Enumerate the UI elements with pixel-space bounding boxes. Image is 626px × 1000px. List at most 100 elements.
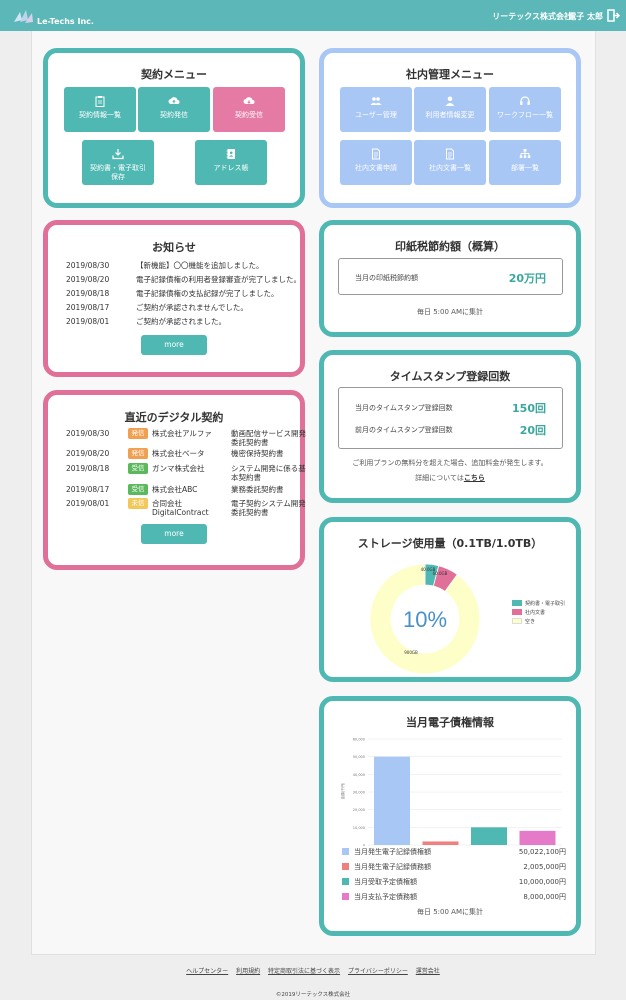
news-item[interactable]: 2019/08/17 ご契約が承認されませんでした。: [66, 302, 248, 313]
e-debt-label: 当月受取予定債権額: [354, 878, 417, 886]
news-item[interactable]: 2019/08/01 ご契約が承認されました。: [66, 316, 226, 327]
footer-links: ヘルプセンター 利用規約 特定商取引法に基づく表示 プライバシーポリシー 運営会…: [0, 966, 626, 975]
news-text: 【新機能】〇〇機能を追加しました。: [136, 261, 264, 270]
contract-company: 株式会社アルファ: [152, 429, 212, 438]
contract-status-badge: 発信: [128, 428, 148, 439]
y-tick-label: 60,000: [353, 738, 365, 742]
slice-label-internal: 60.0GB: [433, 571, 448, 576]
contract-title: 電子契約システム開発委託契約書: [231, 499, 306, 517]
cloud-download-icon: [243, 97, 255, 104]
news-date: 2019/08/01: [66, 317, 110, 326]
contract-archive-button[interactable]: 契約書・電子取引保存: [82, 140, 154, 185]
news-date: 2019/08/18: [66, 289, 110, 298]
y-tick-label: 30,000: [353, 791, 365, 795]
legend-label-contract: 契約書・電子取引: [525, 601, 566, 607]
storage-percent: 10%: [403, 607, 447, 632]
logo-icon: [14, 10, 33, 23]
contract-send-button[interactable]: 契約発信: [138, 87, 210, 132]
user-management-button[interactable]: ユーザー管理: [340, 87, 412, 132]
contract-company: 株式会社ABC: [152, 485, 198, 494]
timestamp-detail: 詳細についてはこちら: [324, 473, 576, 483]
footer-link-help[interactable]: ヘルプセンター: [186, 968, 228, 975]
e-debt-bar-chart: 60,000 50,000 40,000 30,000 20,000 10,000 0 金額…: [340, 738, 562, 846]
timestamp-label: 前月のタイムスタンプ登録回数: [355, 426, 453, 434]
e-debt-title: 当月電子債権情報: [406, 716, 494, 729]
news-item[interactable]: 2019/08/30 【新機能】〇〇機能を追加しました。: [66, 260, 264, 271]
logo-text: Le-Techs Inc.: [37, 17, 94, 26]
address-book-button[interactable]: アドレス帳: [195, 140, 267, 185]
internal-doc-list-button[interactable]: 社内文書一覧: [414, 140, 486, 185]
news-more-button[interactable]: more: [141, 335, 207, 355]
legend-swatch-contract: [512, 600, 522, 606]
e-debt-swatch: [342, 878, 349, 885]
bar-2: [422, 841, 459, 845]
news-item[interactable]: 2019/08/20 電子記録債権の利用者登録審査が完了しました。: [66, 274, 301, 285]
contract-status-badge: 未信: [128, 498, 148, 509]
cloud-upload-icon: [168, 97, 180, 104]
tile-label: ワークフロー一覧: [497, 111, 553, 119]
timestamp-box: 当月のタイムスタンプ登録回数 150回 前月のタイムスタンプ登録回数 20回: [338, 387, 563, 449]
contract-title: システム開発に係る基本契約書: [231, 464, 306, 482]
logo[interactable]: Le-Techs Inc.: [12, 6, 94, 26]
contract-menu-title: 契約メニュー: [141, 68, 207, 81]
workflow-list-button[interactable]: ワークフロー一覧: [489, 87, 561, 132]
detail-link[interactable]: こちら: [464, 474, 485, 482]
timestamp-note: ご利用プランの無料分を超えた場合、追加料金が発生します。: [352, 459, 548, 467]
footer-link-company[interactable]: 運営会社: [416, 968, 440, 975]
contract-status-badge: 発信: [128, 448, 148, 459]
stamp-tax-box: 当月の印紙税節約額 20万円: [338, 258, 563, 295]
department-list-button[interactable]: 部署一覧: [489, 140, 561, 185]
contract-title: 業務委託契約書: [231, 485, 284, 494]
legend-label-internal: 社内文書: [525, 610, 546, 616]
user-info-button[interactable]: 利用者情報変更: [414, 87, 486, 132]
address-book-icon: [226, 149, 235, 159]
footer-link-privacy[interactable]: プライバシーポリシー: [348, 968, 408, 975]
e-debt-swatch: [342, 848, 349, 855]
stamp-tax-value: 20万円: [508, 272, 546, 285]
contracts-more-button[interactable]: more: [141, 524, 207, 544]
tile-label: 契約書・電子取引保存: [90, 164, 146, 181]
legend-label-free: 空き: [525, 619, 536, 625]
e-debt-label: 当月発生電子記録債務額: [354, 863, 431, 871]
contract-title: 機密保持契約書: [231, 449, 284, 458]
timestamp-value: 150回: [512, 402, 546, 415]
footer-link-commerce[interactable]: 特定商取引法に基づく表示: [268, 968, 340, 975]
footer-link-terms[interactable]: 利用規約: [236, 968, 260, 975]
contract-receive-button[interactable]: 契約受信: [213, 87, 285, 132]
stamp-tax-card: 印紙税節約額（概算） 当月の印紙税節約額 20万円 毎日 5:00 AMに集計: [319, 220, 581, 337]
bar-3: [471, 827, 507, 845]
internal-doc-apply-button[interactable]: 社内文書申請: [340, 140, 412, 185]
document-list-icon: [446, 148, 454, 160]
tile-label: 社内文書申請: [355, 164, 397, 172]
logout-icon[interactable]: [607, 9, 620, 22]
org-chart-icon: [519, 149, 531, 158]
timestamp-card: タイムスタンプ登録回数 当月のタイムスタンプ登録回数 150回 前月のタイムスタ…: [319, 350, 581, 503]
e-debt-value: 8,000,000円: [523, 893, 566, 901]
digital-contracts-title: 直近のデジタル契約: [124, 411, 224, 424]
contract-status-badge: 受信: [128, 484, 148, 495]
contract-list-button[interactable]: 契約情報一覧: [64, 87, 136, 132]
digital-contracts-card: 直近のデジタル契約 2019/08/30 発信 株式会社アルファ 動画配信サービ…: [43, 390, 306, 570]
contract-company: ガンマ株式会社: [152, 464, 205, 473]
slice-label-free: 900GB: [404, 650, 418, 655]
e-debt-value: 2,005,000円: [523, 863, 566, 871]
e-debt-swatch: [342, 863, 349, 870]
contract-title: 動画配信サービス開発委託契約書: [231, 429, 306, 447]
stamp-tax-note: 毎日 5:00 AMに集計: [417, 308, 483, 316]
timestamp-value: 20回: [519, 424, 546, 437]
tile-label: 契約受信: [235, 111, 263, 119]
storage-title: ストレージ使用量（0.1TB/1.0TB）: [357, 537, 543, 550]
news-item[interactable]: 2019/08/18 電子記録債権の支払記録が完了しました。: [66, 288, 279, 299]
stamp-tax-title: 印紙税節約額（概算）: [395, 240, 505, 253]
user-name[interactable]: 電子 太郎: [568, 11, 603, 22]
contract-date: 2019/08/01: [66, 499, 110, 508]
news-text: ご契約が承認されました。: [136, 317, 226, 326]
company-name: リーテックス株式会社: [492, 12, 572, 21]
contract-date: 2019/08/20: [66, 449, 110, 458]
y-tick-label: 20,000: [353, 808, 365, 812]
news-text: 電子記録債権の支払記録が完了しました。: [136, 289, 279, 298]
download-tray-icon: [112, 149, 124, 160]
e-debt-card: 当月電子債権情報 60,000 50,000 40,000 30,000 20,000 1…: [319, 696, 581, 936]
e-debt-note: 毎日 5:00 AMに集計: [417, 908, 483, 916]
users-icon: [370, 97, 382, 105]
